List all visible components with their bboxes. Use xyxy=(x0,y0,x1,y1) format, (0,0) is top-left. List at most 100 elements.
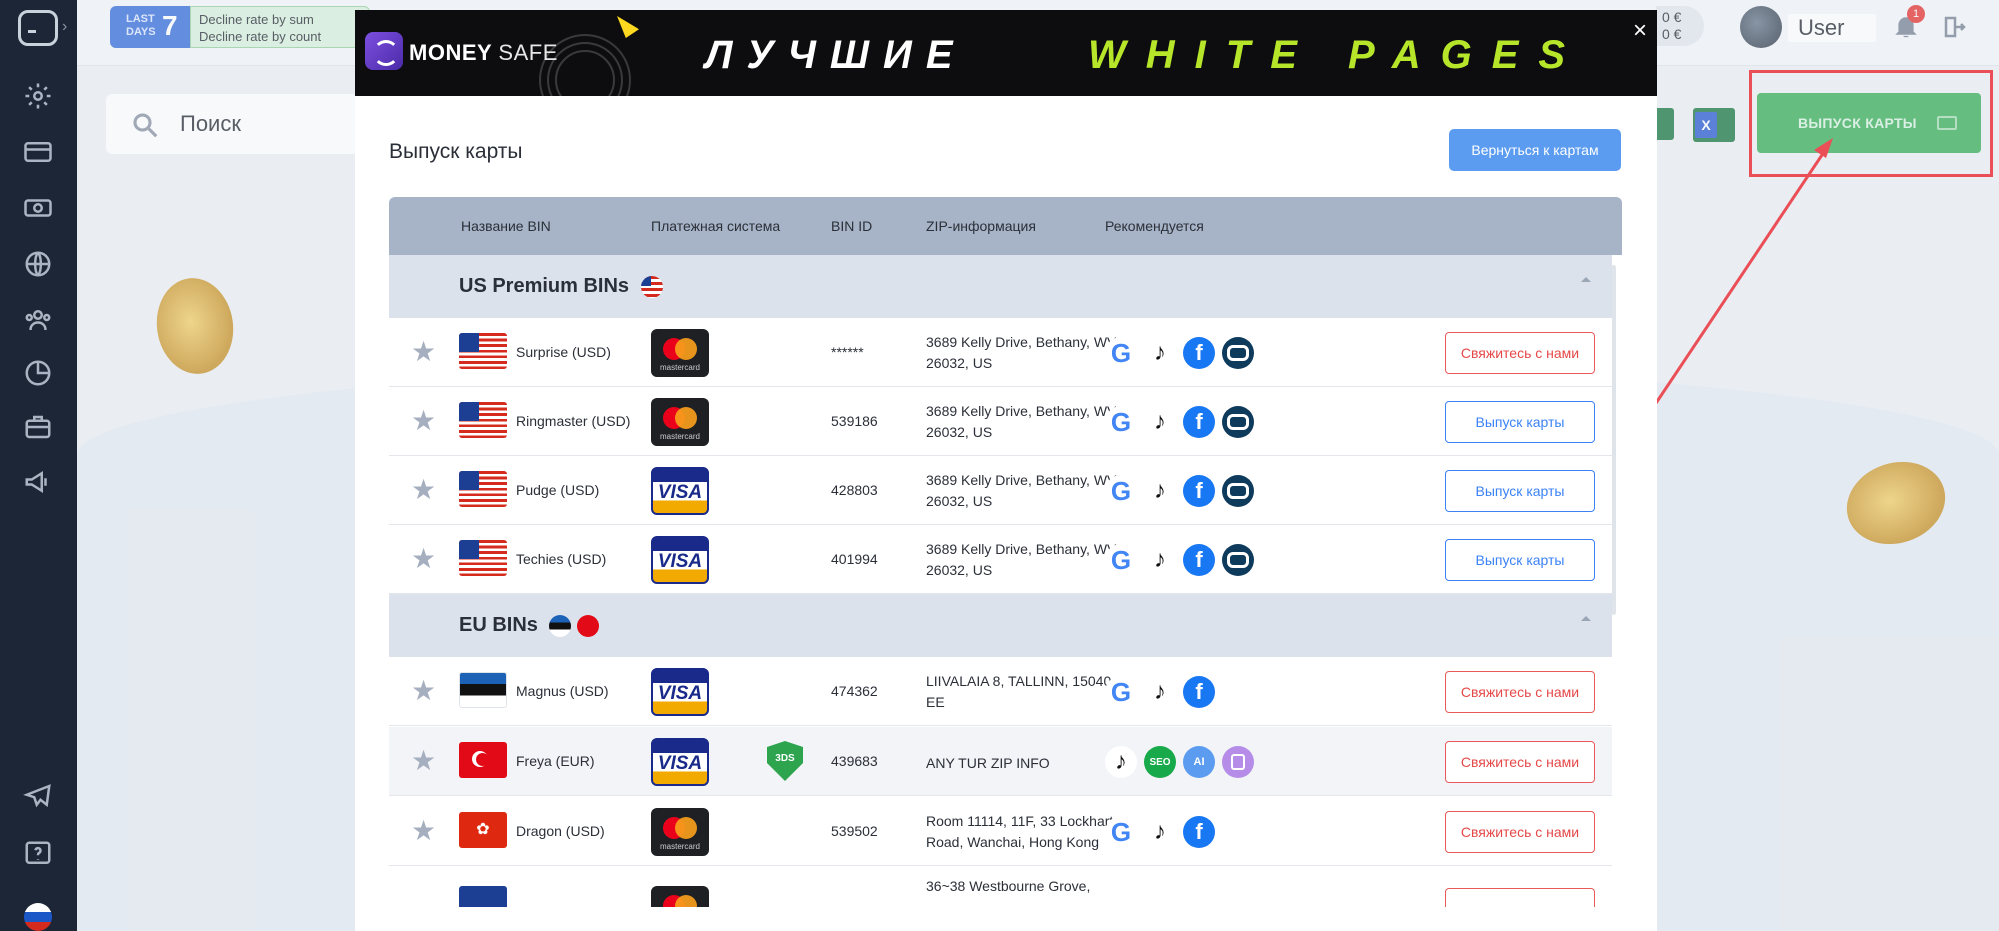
moneysafe-logo-icon xyxy=(365,32,403,70)
table-row: ★ Pudge (USD) VISA 428803 3689 Kelly Dri… xyxy=(389,456,1612,525)
bin-id: 474362 xyxy=(831,683,878,699)
briefcase-icon[interactable] xyxy=(22,411,54,443)
banner-decoration xyxy=(617,16,639,38)
recommended-icons: G ♪ f xyxy=(1105,544,1254,576)
star-icon[interactable]: ★ xyxy=(411,476,439,504)
tiktok-icon: ♪ xyxy=(1144,544,1176,576)
issue-card-row-button[interactable]: Выпуск карты xyxy=(1445,539,1595,581)
bin-id: 539186 xyxy=(831,413,878,429)
google-icon: G xyxy=(1105,544,1137,576)
team-icon[interactable] xyxy=(22,304,54,336)
tiktok-icon: ♪ xyxy=(1144,676,1176,708)
modal-title: Выпуск карты xyxy=(389,140,523,163)
hong-kong-flag-icon: ✿ xyxy=(459,812,507,848)
table-row: ★ Techies (USD) VISA 401994 3689 Kelly D… xyxy=(389,525,1612,594)
bin-id: 439683 xyxy=(831,753,878,769)
star-icon[interactable]: ★ xyxy=(411,817,439,845)
issue-card-row-button[interactable]: Выпуск карты xyxy=(1445,470,1595,512)
recommended-icons: ♪ SEO AI xyxy=(1105,746,1254,778)
contact-us-button[interactable]: Свяжитесь с нами xyxy=(1445,741,1595,783)
bin-id: ****** xyxy=(831,344,864,360)
collapse-caret-icon[interactable] xyxy=(1581,616,1591,621)
mastercard-icon: mastercard xyxy=(651,329,709,377)
collapse-caret-icon[interactable] xyxy=(1581,277,1591,282)
tiktok-icon: ♪ xyxy=(1144,816,1176,848)
sidebar: › xyxy=(0,0,77,931)
google-icon: G xyxy=(1105,406,1137,438)
table-row: mastercard 36~38 Westbourne Grove, xyxy=(389,866,1612,907)
tiktok-icon: ♪ xyxy=(1144,406,1176,438)
recommended-icons: G ♪ f xyxy=(1105,816,1215,848)
megaphone-icon[interactable] xyxy=(22,466,54,498)
contact-us-button[interactable]: Свяжитесь с нами xyxy=(1445,671,1595,713)
mastercard-icon: mastercard xyxy=(651,398,709,446)
banner-brand-1: MONEY xyxy=(409,40,492,65)
robot-icon xyxy=(1222,475,1254,507)
settings-icon[interactable] xyxy=(22,80,54,112)
sidebar-expand-icon[interactable]: › xyxy=(62,18,67,36)
banner-headline-2: WHITE PAGES xyxy=(1088,33,1586,77)
group-title: EU BINs xyxy=(459,614,538,636)
column-header: Рекомендуется xyxy=(1105,218,1204,234)
google-icon: G xyxy=(1105,475,1137,507)
back-to-cards-button[interactable]: Вернуться к картам xyxy=(1449,129,1621,171)
recommended-icons: G ♪ f xyxy=(1105,337,1254,369)
star-icon[interactable]: ★ xyxy=(411,545,439,573)
bin-name: Magnus (USD) xyxy=(516,683,609,699)
promo-banner[interactable]: MONEY SAFE ЛУЧШИЕ WHITE PAGES × xyxy=(355,10,1657,96)
tiktok-icon: ♪ xyxy=(1144,475,1176,507)
contact-us-button[interactable]: Свяжитесь с нами xyxy=(1445,811,1595,853)
facebook-icon: f xyxy=(1183,406,1215,438)
recommended-icons: G ♪ f xyxy=(1105,676,1215,708)
column-header: ZIP-информация xyxy=(926,218,1036,234)
telegram-icon[interactable] xyxy=(22,780,54,812)
star-icon[interactable]: ★ xyxy=(411,407,439,435)
globe-icon[interactable] xyxy=(22,248,54,280)
group-header-eu[interactable]: EU BINs xyxy=(389,594,1612,657)
app-logo-icon[interactable] xyxy=(18,10,58,46)
facebook-icon: f xyxy=(1183,816,1215,848)
column-header: Платежная система xyxy=(651,218,781,234)
pie-chart-icon[interactable] xyxy=(22,357,54,389)
group-header-us[interactable]: US Premium BINs xyxy=(389,255,1612,318)
card-icon[interactable] xyxy=(22,136,54,168)
contact-us-button[interactable] xyxy=(1445,888,1595,907)
table-row: ★ Freya (EUR) VISA 3DS 439683 ANY TUR ZI… xyxy=(389,727,1612,796)
issue-card-row-button[interactable]: Выпуск карты xyxy=(1445,401,1595,443)
banner-brand-2: SAFE xyxy=(498,40,558,65)
seo-icon: SEO xyxy=(1144,746,1176,778)
google-icon: G xyxy=(1105,337,1137,369)
estonia-flag-icon xyxy=(459,672,507,708)
mastercard-icon: mastercard xyxy=(651,808,709,856)
cash-icon[interactable] xyxy=(22,192,54,224)
issue-card-modal: MONEY SAFE ЛУЧШИЕ WHITE PAGES × Выпуск к… xyxy=(355,10,1657,931)
star-icon[interactable]: ★ xyxy=(411,747,439,775)
turkey-flag-icon xyxy=(577,614,600,637)
zip-info: 36~38 Westbourne Grove, xyxy=(926,878,1091,894)
banner-decoration xyxy=(555,50,615,96)
us-flag-icon xyxy=(459,333,507,369)
visa-icon: VISA xyxy=(651,467,709,515)
payment-system-label: mastercard xyxy=(659,842,700,851)
table-row: ★ Ringmaster (USD) mastercard 539186 368… xyxy=(389,387,1612,456)
visa-icon: VISA xyxy=(651,668,709,716)
star-icon[interactable]: ★ xyxy=(411,677,439,705)
google-icon: G xyxy=(1105,816,1137,848)
estonia-flag-icon xyxy=(549,614,572,637)
turkey-flag-icon xyxy=(459,742,507,778)
column-header: Название BIN xyxy=(461,218,551,234)
group-title: US Premium BINs xyxy=(459,275,630,297)
mastercard-icon: mastercard xyxy=(651,886,709,907)
language-flag-ru-icon[interactable] xyxy=(24,903,52,931)
close-icon[interactable]: × xyxy=(1627,18,1653,44)
column-header: BIN ID xyxy=(831,218,873,234)
robot-icon xyxy=(1222,337,1254,369)
star-icon[interactable]: ★ xyxy=(411,338,439,366)
bin-name: Surprise (USD) xyxy=(516,344,611,360)
help-icon[interactable] xyxy=(22,838,54,870)
recommended-icons: G ♪ f xyxy=(1105,406,1254,438)
payment-system-label: VISA xyxy=(657,482,703,503)
contact-us-button[interactable]: Свяжитесь с нами xyxy=(1445,332,1595,374)
bin-name: Freya (EUR) xyxy=(516,753,595,769)
facebook-icon: f xyxy=(1183,544,1215,576)
